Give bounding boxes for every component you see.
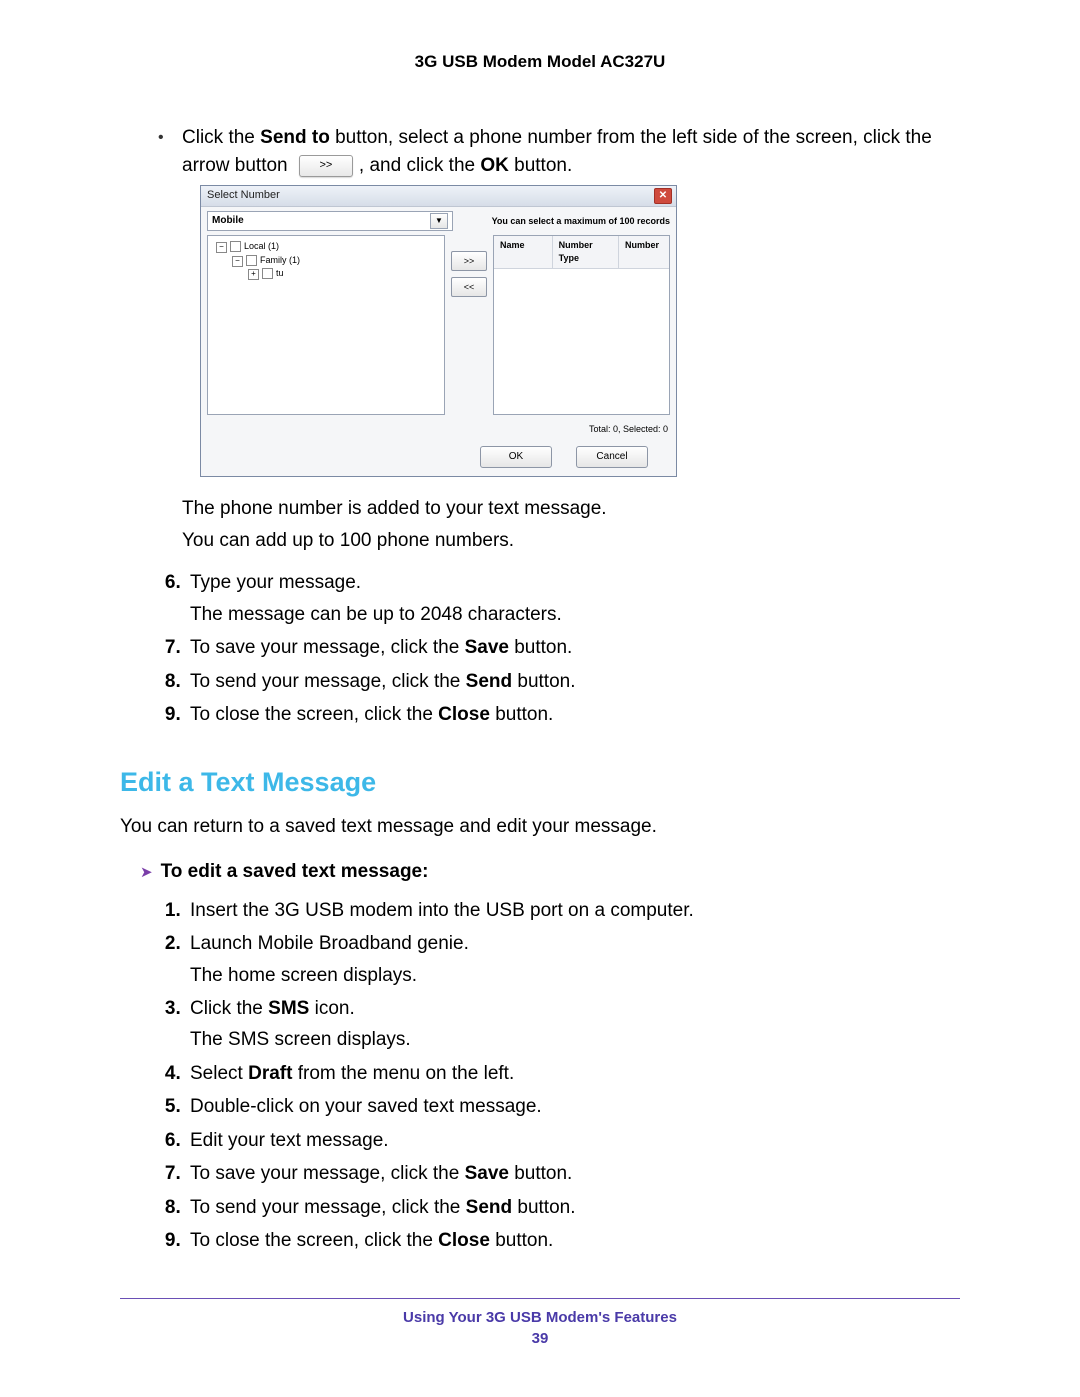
text-bold: Close <box>438 1230 490 1251</box>
text: Select <box>190 1063 248 1084</box>
collapse-icon[interactable]: − <box>232 256 243 267</box>
text: The SMS screen displays. <box>190 1025 960 1054</box>
close-icon[interactable]: ✕ <box>654 188 672 204</box>
remove-button[interactable]: << <box>451 277 487 297</box>
text-bold: Draft <box>248 1063 292 1084</box>
text: Double-click on your saved text message. <box>190 1096 542 1117</box>
checkbox[interactable] <box>246 255 257 266</box>
selected-list[interactable]: Name Number Type Number <box>493 235 670 415</box>
text: The phone number is added to your text m… <box>182 495 960 523</box>
text: icon. <box>309 998 354 1019</box>
step-item: To send your message, click the Send but… <box>186 1193 960 1222</box>
text: Click the <box>182 127 260 148</box>
max-records-label: You can select a maximum of 100 records <box>459 215 670 228</box>
ok-button[interactable]: OK <box>480 446 552 468</box>
text: The home screen displays. <box>190 961 960 990</box>
tree-node: Family (1) <box>260 255 300 265</box>
step-item: To save your message, click the Save but… <box>186 1159 960 1188</box>
step-item: Select Draft from the menu on the left. <box>186 1059 960 1088</box>
tree-node: Local (1) <box>244 241 279 251</box>
task-label: To edit a saved text message: <box>161 861 429 882</box>
text: To save your message, click the <box>190 1163 465 1184</box>
col-type: Number Type <box>553 236 619 268</box>
text-bold: Send <box>466 1197 512 1218</box>
text: To close the screen, click the <box>190 704 438 725</box>
chevron-down-icon: ▼ <box>430 213 448 229</box>
dialog-titlebar: Select Number ✕ <box>201 186 676 207</box>
text: button. <box>490 704 553 725</box>
text: To save your message, click the <box>190 637 465 658</box>
text: button. <box>512 671 575 692</box>
text-bold: Close <box>438 704 490 725</box>
step-item: To close the screen, click the Close but… <box>186 1226 960 1255</box>
step-item: To close the screen, click the Close but… <box>186 700 960 729</box>
checkbox[interactable] <box>262 268 273 279</box>
bullet-dot-icon: • <box>158 124 182 152</box>
step-item: Insert the 3G USB modem into the USB por… <box>186 896 960 925</box>
col-number: Number <box>619 236 669 268</box>
text: To send your message, click the <box>190 1197 466 1218</box>
text: Click the <box>190 998 268 1019</box>
steps-list-continued: Type your message. The message can be up… <box>160 568 960 729</box>
step-item: Edit your text message. <box>186 1126 960 1155</box>
step-item: Double-click on your saved text message. <box>186 1092 960 1121</box>
task-heading: ➤ To edit a saved text message: <box>140 858 960 886</box>
col-name: Name <box>494 236 553 268</box>
checkbox[interactable] <box>230 241 241 252</box>
select-number-dialog: Select Number ✕ Mobile ▼ You can select … <box>200 185 677 477</box>
text: You can add up to 100 phone numbers. <box>182 527 960 555</box>
add-button[interactable]: >> <box>451 251 487 271</box>
step-item: To save your message, click the Save but… <box>186 633 960 662</box>
text: button. <box>490 1230 553 1251</box>
text: Launch Mobile Broadband genie. <box>190 933 469 954</box>
bullet-item: • Click the Send to button, select a pho… <box>158 124 960 179</box>
page-footer: Using Your 3G USB Modem's Features 39 <box>120 1298 960 1347</box>
text: Type your message. <box>190 572 361 593</box>
text: button. <box>509 637 572 658</box>
tree-node: tu <box>276 268 284 278</box>
source-dropdown[interactable]: Mobile ▼ <box>207 211 453 231</box>
text: The message can be up to 2048 characters… <box>190 600 960 629</box>
text: To send your message, click the <box>190 671 466 692</box>
contacts-tree[interactable]: −Local (1) −Family (1) +tu <box>207 235 445 415</box>
text-bold: SMS <box>268 998 309 1019</box>
text-bold: Save <box>465 1163 509 1184</box>
text-bold: Send <box>466 671 512 692</box>
text: Edit your text message. <box>190 1130 389 1151</box>
text-bold: Send to <box>260 127 330 148</box>
text: To close the screen, click the <box>190 1230 438 1251</box>
page-number: 39 <box>120 1330 960 1347</box>
page-header: 3G USB Modem Model AC327U <box>120 52 960 72</box>
dialog-title: Select Number <box>207 188 280 204</box>
text: from the menu on the left. <box>292 1063 514 1084</box>
step-item: Click the SMS icon. The SMS screen displ… <box>186 994 960 1055</box>
text: Insert the 3G USB modem into the USB por… <box>190 900 694 921</box>
arrow-inline-button: >> <box>299 155 353 177</box>
step-item: Launch Mobile Broadband genie. The home … <box>186 929 960 990</box>
steps-list: Insert the 3G USB modem into the USB por… <box>160 896 960 1256</box>
text: button. <box>509 1163 572 1184</box>
step-item: Type your message. The message can be up… <box>186 568 960 629</box>
chevron-right-icon: ➤ <box>140 864 153 881</box>
cancel-button[interactable]: Cancel <box>576 446 648 468</box>
dropdown-value: Mobile <box>212 214 244 229</box>
section-intro: You can return to a saved text message a… <box>120 813 960 841</box>
step-item: To send your message, click the Send but… <box>186 667 960 696</box>
expand-icon[interactable]: + <box>248 269 259 280</box>
collapse-icon[interactable]: − <box>216 242 227 253</box>
section-heading: Edit a Text Message <box>120 763 960 802</box>
selection-status: Total: 0, Selected: 0 <box>201 421 676 442</box>
text-bold: Save <box>465 637 509 658</box>
text: button. <box>509 155 572 176</box>
text: button. <box>512 1197 575 1218</box>
footer-title: Using Your 3G USB Modem's Features <box>120 1309 960 1326</box>
text: , and click the <box>359 155 480 176</box>
text-bold: OK <box>480 155 509 176</box>
